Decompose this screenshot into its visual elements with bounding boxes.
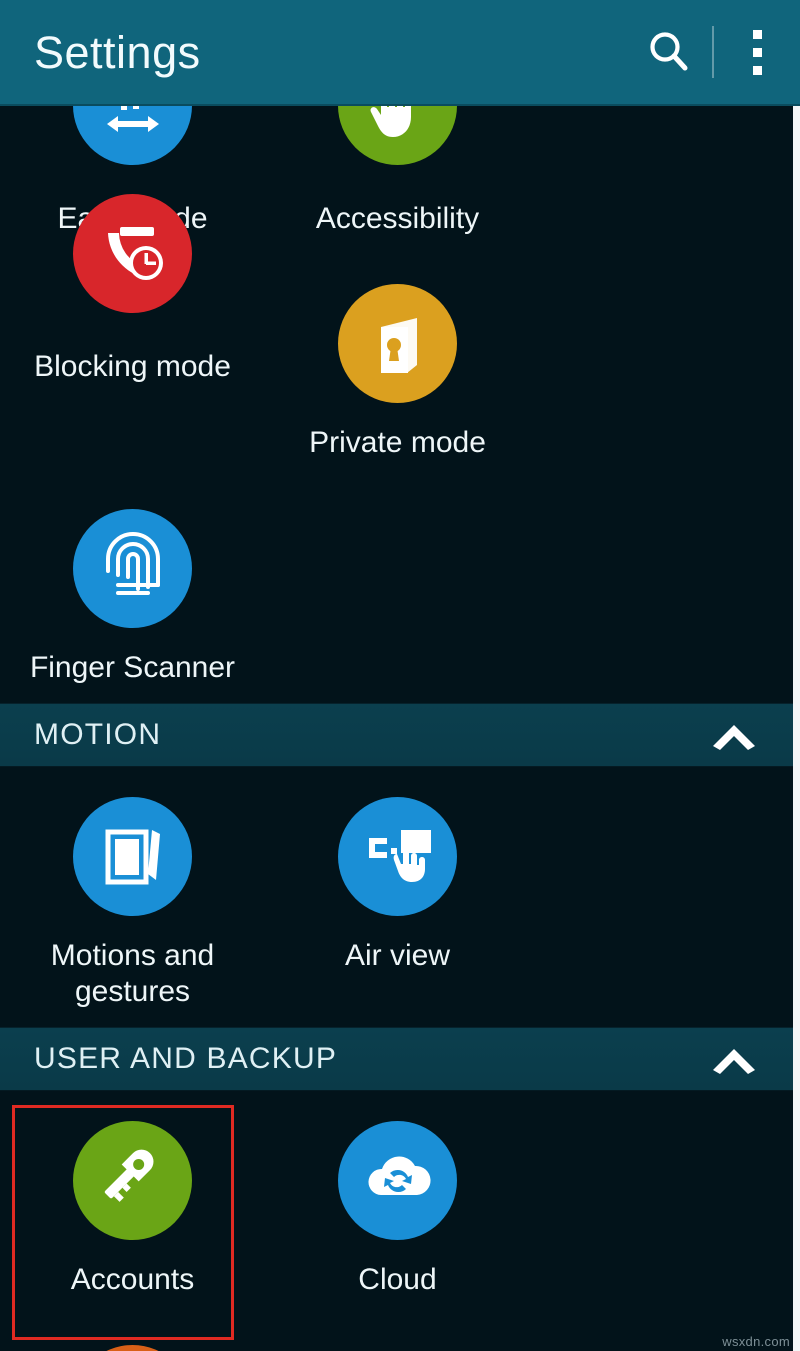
- settings-item-label: Accounts: [70, 1262, 195, 1296]
- settings-item-motions-and-gestures[interactable]: Motions and gestures: [0, 767, 265, 1027]
- chevron-up-icon: [713, 1048, 755, 1074]
- settings-item-label: Private mode: [309, 426, 486, 460]
- section-collapse-button[interactable]: [709, 719, 759, 751]
- settings-item-cloud[interactable]: Cloud: [265, 1091, 530, 1315]
- settings-item-blocking-mode[interactable]: Blocking mode: [0, 194, 265, 478]
- private-mode-icon: [338, 284, 457, 404]
- backup-reset-icon: [73, 1345, 192, 1351]
- settings-grid-user-and-backup: Accounts Cloud Backup and reset: [0, 1091, 793, 1351]
- settings-item-backup-and-reset[interactable]: Backup and reset: [0, 1315, 265, 1351]
- section-collapse-button[interactable]: [709, 1043, 759, 1075]
- search-icon: [650, 32, 688, 71]
- blocking-mode-icon: [73, 194, 192, 314]
- section-header-user-and-backup[interactable]: USER AND BACKUP: [0, 1026, 793, 1091]
- cloud-sync-icon: [338, 1120, 457, 1240]
- settings-grid-personalization: Easy mode Accessibility Blocking mode Pr…: [0, 46, 793, 703]
- section-header-motion[interactable]: MOTION: [0, 703, 793, 768]
- settings-item-finger-scanner[interactable]: Finger Scanner: [0, 479, 265, 703]
- watermark: wsxdn.com: [722, 1334, 790, 1349]
- search-button[interactable]: [626, 0, 712, 105]
- more-vertical-icon: [752, 29, 762, 75]
- page-title: Settings: [34, 26, 201, 78]
- settings-item-label: Accessibility: [315, 202, 480, 235]
- air-view-icon: [338, 797, 457, 917]
- settings-scroll-container[interactable]: Easy mode Accessibility Blocking mode Pr…: [0, 46, 793, 1351]
- section-title: MOTION: [34, 718, 162, 752]
- vertical-scrollbar[interactable]: [793, 106, 800, 1351]
- action-bar-buttons: [626, 0, 800, 104]
- fingerprint-icon: [73, 508, 192, 628]
- settings-item-label: Air view: [344, 939, 450, 973]
- settings-item-air-view[interactable]: Air view: [265, 767, 530, 1027]
- section-title: USER AND BACKUP: [34, 1041, 338, 1075]
- settings-grid-motion: Motions and gestures Air view: [0, 767, 793, 1027]
- overflow-menu-button[interactable]: [714, 0, 800, 105]
- key-icon: [73, 1120, 192, 1240]
- chevron-up-icon: [713, 725, 755, 751]
- settings-item-label: Blocking mode: [34, 350, 231, 384]
- motion-gesture-icon: [73, 797, 192, 917]
- settings-screen: Settings Easy mode: [0, 0, 800, 1351]
- settings-item-label: Finger Scanner: [29, 650, 236, 684]
- settings-item-accounts[interactable]: Accounts: [0, 1091, 265, 1341]
- settings-item-private-mode[interactable]: Private mode: [265, 254, 530, 478]
- settings-item-label: Cloud: [358, 1262, 437, 1296]
- settings-item-accessibility[interactable]: Accessibility: [265, 46, 530, 254]
- settings-item-label: Motions and gestures: [50, 939, 215, 1008]
- action-bar: Settings: [0, 0, 800, 106]
